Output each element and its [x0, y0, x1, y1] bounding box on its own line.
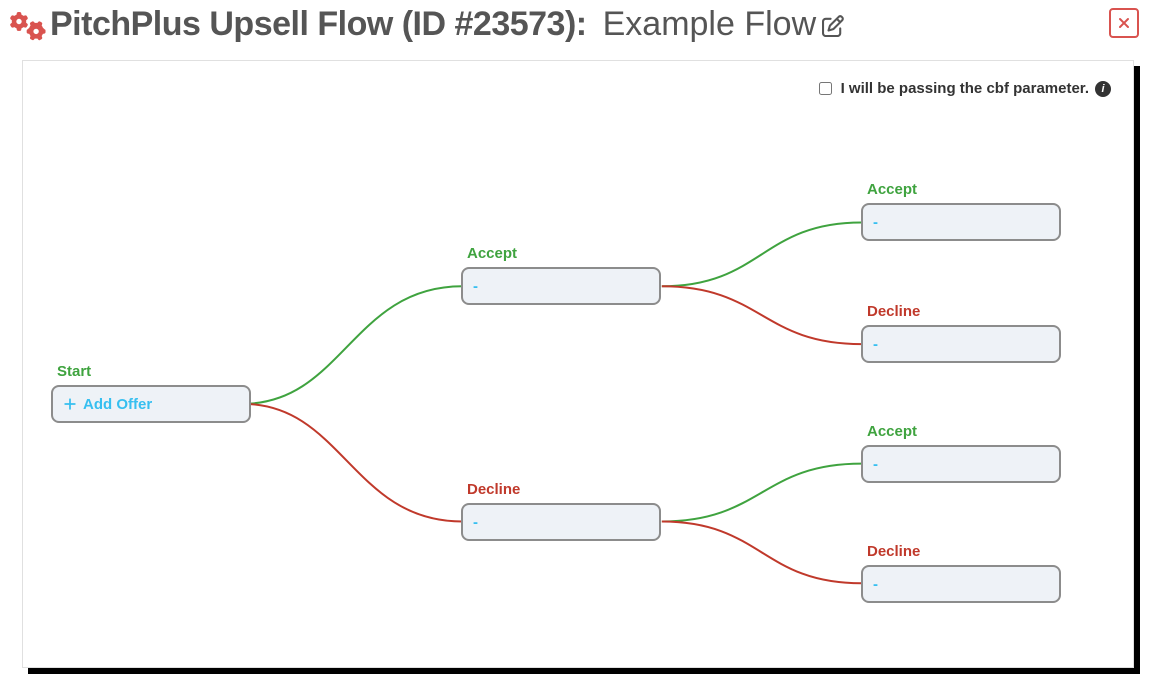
- l2-dd-node[interactable]: -: [861, 565, 1061, 603]
- l1-accept-value: -: [473, 278, 478, 295]
- gears-icon: [10, 8, 46, 44]
- l2-dd-label: Decline: [867, 543, 920, 560]
- edit-icon[interactable]: [822, 15, 844, 37]
- info-icon[interactable]: i: [1095, 81, 1111, 97]
- l2-ad-label: Decline: [867, 303, 920, 320]
- l1-accept-label: Accept: [467, 245, 517, 262]
- l1-decline-label: Decline: [467, 481, 520, 498]
- l2-ad-node[interactable]: -: [861, 325, 1061, 363]
- plus-icon: [63, 397, 77, 411]
- l2-da-node[interactable]: -: [861, 445, 1061, 483]
- start-add-offer-button[interactable]: Add Offer: [51, 385, 251, 423]
- page-title: PitchPlus Upsell Flow (ID #23573):: [50, 5, 587, 44]
- flow-canvas: I will be passing the cbf parameter. i S…: [22, 60, 1134, 668]
- delete-flow-button[interactable]: [1109, 8, 1139, 38]
- cbf-label: I will be passing the cbf parameter.: [841, 80, 1089, 97]
- l2-ad-value: -: [873, 336, 878, 353]
- l2-aa-node[interactable]: -: [861, 203, 1061, 241]
- l2-aa-label: Accept: [867, 181, 917, 198]
- start-label: Start: [57, 363, 91, 380]
- l1-decline-value: -: [473, 514, 478, 531]
- flow-name: Example Flow: [603, 5, 817, 44]
- l2-aa-value: -: [873, 214, 878, 231]
- l2-da-value: -: [873, 456, 878, 473]
- l2-da-label: Accept: [867, 423, 917, 440]
- l2-dd-value: -: [873, 576, 878, 593]
- l1-accept-node[interactable]: -: [461, 267, 661, 305]
- cbf-checkbox[interactable]: [819, 82, 832, 95]
- start-add-offer-label: Add Offer: [83, 396, 152, 413]
- l1-decline-node[interactable]: -: [461, 503, 661, 541]
